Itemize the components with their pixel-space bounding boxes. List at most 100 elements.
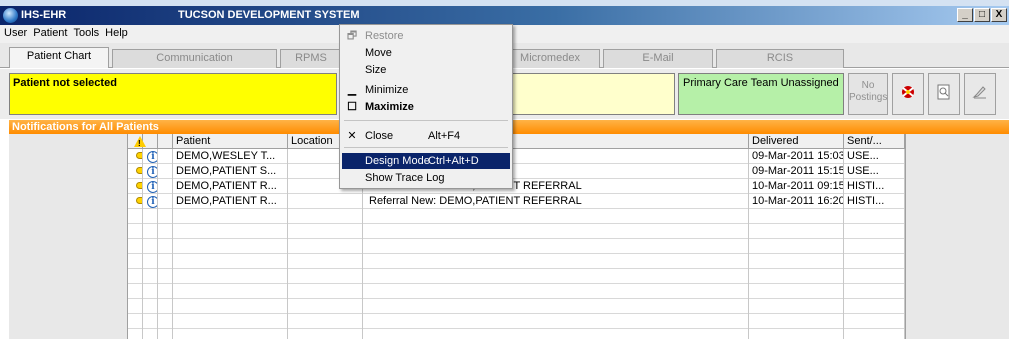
sign-button[interactable] xyxy=(964,73,996,115)
empty-cell xyxy=(844,284,905,299)
tab-patient-chart[interactable]: Patient Chart xyxy=(9,47,109,68)
cell-delivered: 10-Mar-2011 09:15 xyxy=(749,179,844,194)
maximize-window-button[interactable]: □ xyxy=(974,8,990,22)
table-row[interactable] xyxy=(128,284,905,299)
priority-bullet-cell xyxy=(128,194,143,209)
empty-cell xyxy=(173,269,288,284)
empty-cell xyxy=(143,314,158,329)
info-cell: i xyxy=(143,179,158,194)
patient-info-panel[interactable] xyxy=(512,73,675,115)
cell-sent: USE... xyxy=(844,164,905,179)
priority-bullet-cell xyxy=(128,179,143,194)
menu-item-label: Restore xyxy=(365,30,404,42)
menu-item-label: Maximize xyxy=(365,101,414,113)
menu-item-close[interactable]: ✕ Close Alt+F4 xyxy=(342,128,510,144)
column-header-alert[interactable] xyxy=(128,134,158,149)
empty-cell xyxy=(288,314,363,329)
table-row[interactable]: iDEMO,PATIENT S...SAMI09-Mar-2011 15:15U… xyxy=(128,164,905,179)
empty-cell xyxy=(288,224,363,239)
grid-header-row: Patient Location Delivered Sent/... xyxy=(128,134,905,149)
menu-item-move[interactable]: Move xyxy=(342,45,510,61)
table-row[interactable] xyxy=(128,299,905,314)
empty-cell xyxy=(143,224,158,239)
column-header-sent[interactable]: Sent/... xyxy=(844,134,905,149)
title-bar[interactable]: IHS-EHR TUCSON DEVELOPMENT SYSTEM _ □ X xyxy=(0,6,1009,25)
table-row[interactable] xyxy=(128,224,905,239)
empty-cell xyxy=(128,299,143,314)
column-header-blank-1[interactable] xyxy=(158,134,173,149)
empty-cell xyxy=(173,254,288,269)
empty-cell xyxy=(844,314,905,329)
empty-cell xyxy=(128,209,143,224)
cell-patient: DEMO,PATIENT R... xyxy=(173,194,288,209)
tab-email[interactable]: E-Mail xyxy=(603,49,713,68)
close-window-button[interactable]: X xyxy=(991,8,1007,22)
empty-cell xyxy=(143,329,158,339)
cell-sent: HISTI... xyxy=(844,194,905,209)
menu-item-design-mode[interactable]: Design Mode Ctrl+Alt+D xyxy=(342,153,510,169)
table-row[interactable]: iDEMO,PATIENT R...Referral New: DEMO,PAT… xyxy=(128,179,905,194)
menu-item-minimize[interactable]: ▁ Minimize xyxy=(342,82,510,98)
table-row[interactable] xyxy=(128,314,905,329)
menu-user[interactable]: User xyxy=(0,25,30,39)
menu-item-show-trace-log[interactable]: Show Trace Log xyxy=(342,170,510,186)
left-panel xyxy=(9,134,128,339)
app-logo-icon[interactable] xyxy=(3,8,18,23)
table-row[interactable] xyxy=(128,269,905,284)
empty-cell xyxy=(844,239,905,254)
empty-cell xyxy=(363,209,749,224)
empty-cell xyxy=(363,299,749,314)
menu-item-maximize[interactable]: ☐ Maximize xyxy=(342,99,510,115)
table-row[interactable] xyxy=(128,254,905,269)
priority-bullet-icon xyxy=(136,167,142,174)
empty-cell xyxy=(158,164,173,179)
empty-cell xyxy=(158,224,173,239)
patient-selector[interactable]: Patient not selected xyxy=(9,73,337,115)
info-cell: i xyxy=(143,164,158,179)
document-button[interactable] xyxy=(928,73,960,115)
menu-help[interactable]: Help xyxy=(102,25,131,39)
empty-cell xyxy=(288,284,363,299)
empty-cell xyxy=(749,329,844,339)
empty-cell xyxy=(173,299,288,314)
minimize-window-button[interactable]: _ xyxy=(957,8,973,22)
empty-cell xyxy=(844,224,905,239)
empty-cell xyxy=(749,284,844,299)
tab-micromedex[interactable]: Micromedex xyxy=(500,49,600,68)
empty-cell xyxy=(288,329,363,339)
notifications-grid[interactable]: Patient Location Delivered Sent/... i DEM… xyxy=(128,134,905,339)
column-header-patient[interactable]: Patient xyxy=(173,134,288,149)
menu-tools[interactable]: Tools xyxy=(70,25,102,39)
system-context-menu: 🗗 Restore Move Size ▁ Minimize ☐ Maximize ✕ Close… xyxy=(339,24,513,189)
info-icon: i xyxy=(147,166,157,178)
table-row[interactable] xyxy=(128,209,905,224)
cell-sent: USE... xyxy=(844,149,905,164)
tab-rcis[interactable]: RCIS xyxy=(716,49,844,68)
restore-icon: 🗗 xyxy=(346,30,358,42)
menu-item-size[interactable]: Size xyxy=(342,62,510,78)
empty-cell xyxy=(158,314,173,329)
table-row[interactable] xyxy=(128,239,905,254)
table-row[interactable] xyxy=(128,329,905,339)
empty-cell xyxy=(844,254,905,269)
allergy-button[interactable] xyxy=(892,73,924,115)
table-row[interactable]: iDEMO,WESLEY T...THOMAS09-Mar-2011 15:03… xyxy=(128,149,905,164)
tab-rpms[interactable]: RPMS xyxy=(280,49,342,68)
column-header-delivered[interactable]: Delivered xyxy=(749,134,844,149)
tab-communication[interactable]: Communication xyxy=(112,49,277,68)
menu-patient[interactable]: Patient xyxy=(30,25,70,39)
cell-patient: DEMO,PATIENT S... xyxy=(173,164,288,179)
info-cell: i xyxy=(143,194,158,209)
primary-care-team[interactable]: Primary Care Team Unassigned xyxy=(678,73,844,115)
table-row[interactable]: iDEMO,PATIENT R...Referral New: DEMO,PAT… xyxy=(128,194,905,209)
empty-cell xyxy=(158,269,173,284)
system-name: TUCSON DEVELOPMENT SYSTEM xyxy=(178,9,360,21)
minimize-icon: ▁ xyxy=(347,84,357,96)
menu-item-label: Move xyxy=(365,47,392,59)
priority-bullet-cell xyxy=(128,149,143,164)
postings-button[interactable]: No Postings xyxy=(848,73,888,115)
menu-item-restore[interactable]: 🗗 Restore xyxy=(342,28,510,44)
priority-bullet-cell xyxy=(128,164,143,179)
cell-sent: HISTI... xyxy=(844,179,905,194)
cell-delivered: 10-Mar-2011 16:20 xyxy=(749,194,844,209)
